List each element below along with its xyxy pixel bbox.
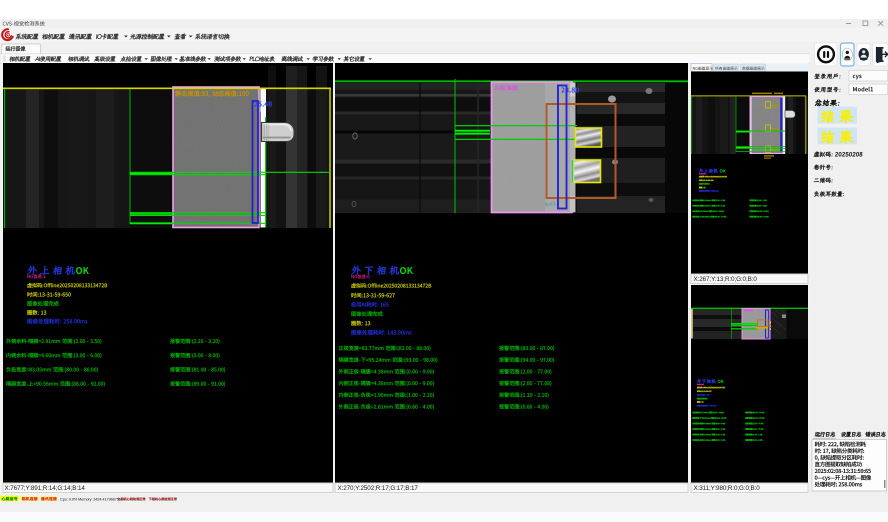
- svg-text:X:270;Y:2502;R:17;G:17;B:17: X:270;Y:2502;R:17;G:17;B:17: [338, 485, 419, 492]
- svg-text:X:311;Y:980;R:0;G:0;B:0: X:311;Y:980;R:0;G:0;B:0: [694, 485, 761, 492]
- svg-text:Cpu: 0.0% Memory: 3424.4179687: Cpu: 0.0% Memory: 3424.41796875M: [60, 496, 122, 501]
- svg-text:X:7677;Y:891;R:14;G:14;B:14: X:7677;Y:891;R:14;G:14;B:14: [5, 485, 86, 492]
- svg-text:X:267;Y:13;R:0;G:0;B:0: X:267;Y:13;R:0;G:0;B:0: [694, 276, 758, 283]
